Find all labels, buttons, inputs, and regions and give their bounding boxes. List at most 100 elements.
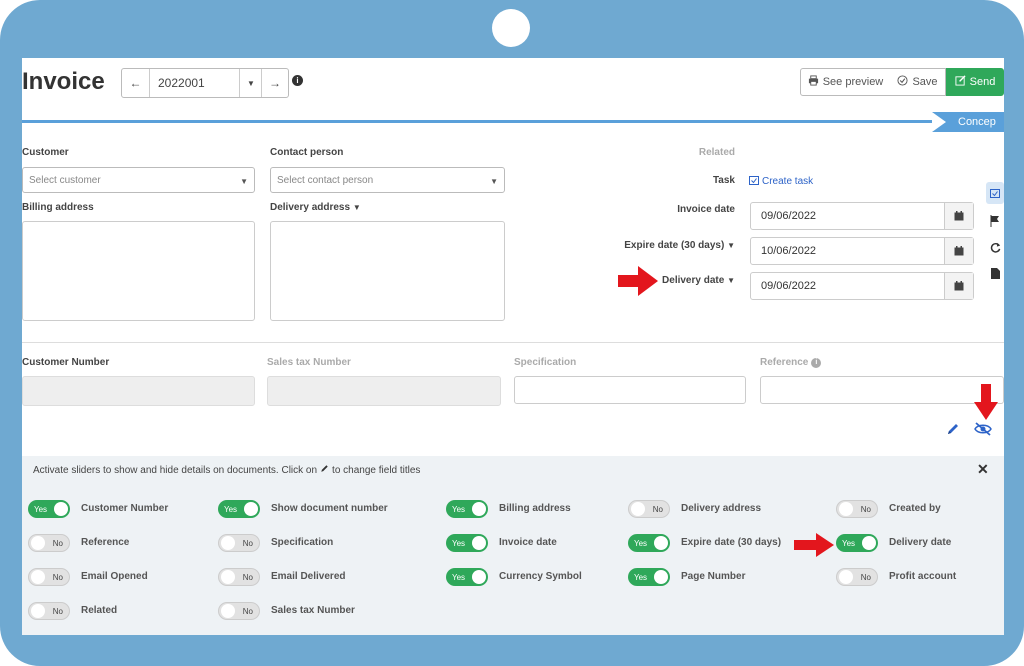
sales-tax-label: Sales tax Number	[267, 357, 351, 368]
toggle-knob	[472, 536, 486, 550]
document-number[interactable]: 2022001	[150, 69, 240, 97]
toggle-label: Delivery date	[889, 537, 952, 548]
delivery-date-label: Delivery date	[662, 275, 725, 286]
toggle-state: No	[52, 606, 63, 616]
calendar-icon[interactable]	[944, 238, 973, 264]
reference-label-group: Reference i	[760, 357, 822, 368]
calendar-icon[interactable]	[944, 203, 973, 229]
pencil-icon[interactable]	[946, 422, 960, 441]
progress-track	[22, 120, 932, 123]
save-button[interactable]: Save	[890, 68, 946, 96]
info-icon[interactable]: i	[811, 357, 822, 368]
delivery-address-label: Delivery address	[270, 202, 351, 213]
toggle-switch[interactable]: Yes	[836, 534, 878, 552]
billing-address-field[interactable]	[22, 221, 255, 321]
toggle-state: Yes	[452, 538, 466, 548]
toggle-knob	[472, 502, 486, 516]
edit-square-icon	[955, 75, 966, 89]
toggle-switch[interactable]: No	[218, 602, 260, 620]
caret-down-icon: ▼	[727, 276, 735, 285]
caret-down-icon: ▼	[240, 177, 248, 186]
task-label: Task	[712, 175, 735, 186]
toggle-knob	[31, 604, 45, 618]
toggle-knob	[31, 536, 45, 550]
specification-label: Specification	[514, 357, 577, 368]
toggle-label: Page Number	[681, 571, 746, 582]
customer-select[interactable]: Select customer ▼	[22, 167, 255, 193]
toggle-label: Specification	[271, 537, 334, 548]
expire-date-label: Expire date (30 days)	[624, 240, 725, 251]
see-preview-button[interactable]: See preview	[800, 68, 891, 96]
number-dropdown-button[interactable]: ▼	[241, 69, 262, 97]
reference-label: Reference	[760, 357, 809, 368]
flag-icon[interactable]	[986, 210, 1004, 232]
customer-placeholder: Select customer	[29, 174, 101, 186]
toggle-switch[interactable]: No	[28, 602, 70, 620]
toggle-switch[interactable]: Yes	[446, 500, 488, 518]
eye-slash-icon[interactable]	[974, 422, 992, 441]
toggle-switch[interactable]: No	[628, 500, 670, 518]
status-badge: Concep	[932, 112, 1004, 132]
send-button[interactable]: Send	[946, 68, 1004, 96]
caret-down-icon: ▼	[490, 177, 498, 186]
toggle-switch[interactable]: No	[28, 534, 70, 552]
calendar-icon[interactable]	[944, 273, 973, 299]
contact-label: Contact person	[270, 147, 344, 158]
caret-down-icon: ▼	[352, 203, 361, 212]
toggle-label: Customer Number	[81, 503, 169, 514]
delivery-date-value: 09/06/2022	[761, 280, 817, 292]
close-icon[interactable]: ✕	[977, 461, 989, 478]
toggle-knob	[54, 502, 68, 516]
toggle-state: No	[860, 504, 871, 514]
prev-button[interactable]: ←	[122, 69, 150, 97]
toggle-knob	[221, 570, 235, 584]
invoice-date-value: 09/06/2022	[761, 210, 817, 222]
save-label: Save	[912, 76, 938, 88]
expire-date-field[interactable]: 10/06/2022	[750, 237, 974, 265]
sales-tax-field	[267, 376, 501, 406]
toggle-knob	[472, 570, 486, 584]
toggle-state: No	[242, 606, 253, 616]
reference-field[interactable]	[760, 376, 1004, 404]
toggle-label: Show document number	[271, 503, 388, 514]
specification-field[interactable]	[514, 376, 746, 404]
delivery-address-field[interactable]	[270, 221, 505, 321]
toggle-switch[interactable]: Yes	[446, 534, 488, 552]
calendar-check-icon	[749, 175, 759, 188]
toggle-switch[interactable]: Yes	[218, 500, 260, 518]
contact-select[interactable]: Select contact person ▼	[270, 167, 505, 193]
sync-icon[interactable]	[986, 236, 1004, 258]
page-title: Invoice	[22, 68, 105, 95]
create-task-link[interactable]: Create task	[749, 175, 813, 188]
delivery-date-field[interactable]: 09/06/2022	[750, 272, 974, 300]
toggle-switch[interactable]: No	[218, 568, 260, 586]
toggle-label: Email Delivered	[271, 571, 346, 582]
section-divider	[22, 342, 1004, 343]
expire-date-dropdown[interactable]: Expire date (30 days) ▼	[582, 240, 735, 251]
annotation-arrow-right	[794, 533, 834, 562]
toggle-label: Related	[81, 605, 118, 616]
delivery-date-dropdown[interactable]: Delivery date ▼	[622, 275, 735, 286]
toggle-switch[interactable]: No	[836, 500, 878, 518]
invoice-date-field[interactable]: 09/06/2022	[750, 202, 974, 230]
toggle-knob	[244, 502, 258, 516]
toggle-switch[interactable]: Yes	[628, 568, 670, 586]
toggle-state: Yes	[34, 504, 48, 514]
toggle-knob	[631, 502, 645, 516]
arrow-left-icon: ←	[129, 76, 142, 90]
toggle-switch[interactable]: Yes	[446, 568, 488, 586]
next-button[interactable]: →	[262, 69, 288, 97]
see-preview-label: See preview	[822, 76, 884, 88]
file-icon[interactable]	[986, 262, 1004, 284]
calendar-check-icon[interactable]	[986, 182, 1004, 204]
printer-icon	[808, 75, 819, 89]
toggle-switch[interactable]: Yes	[628, 534, 670, 552]
delivery-address-dropdown[interactable]: Delivery address ▼	[270, 202, 361, 213]
toggle-switch[interactable]: No	[836, 568, 878, 586]
info-icon[interactable]: i	[292, 75, 303, 86]
toggle-switch[interactable]: Yes	[28, 500, 70, 518]
toggle-switch[interactable]: No	[28, 568, 70, 586]
toggle-state: Yes	[452, 572, 466, 582]
toggle-switch[interactable]: No	[218, 534, 260, 552]
toggle-state: No	[52, 538, 63, 548]
